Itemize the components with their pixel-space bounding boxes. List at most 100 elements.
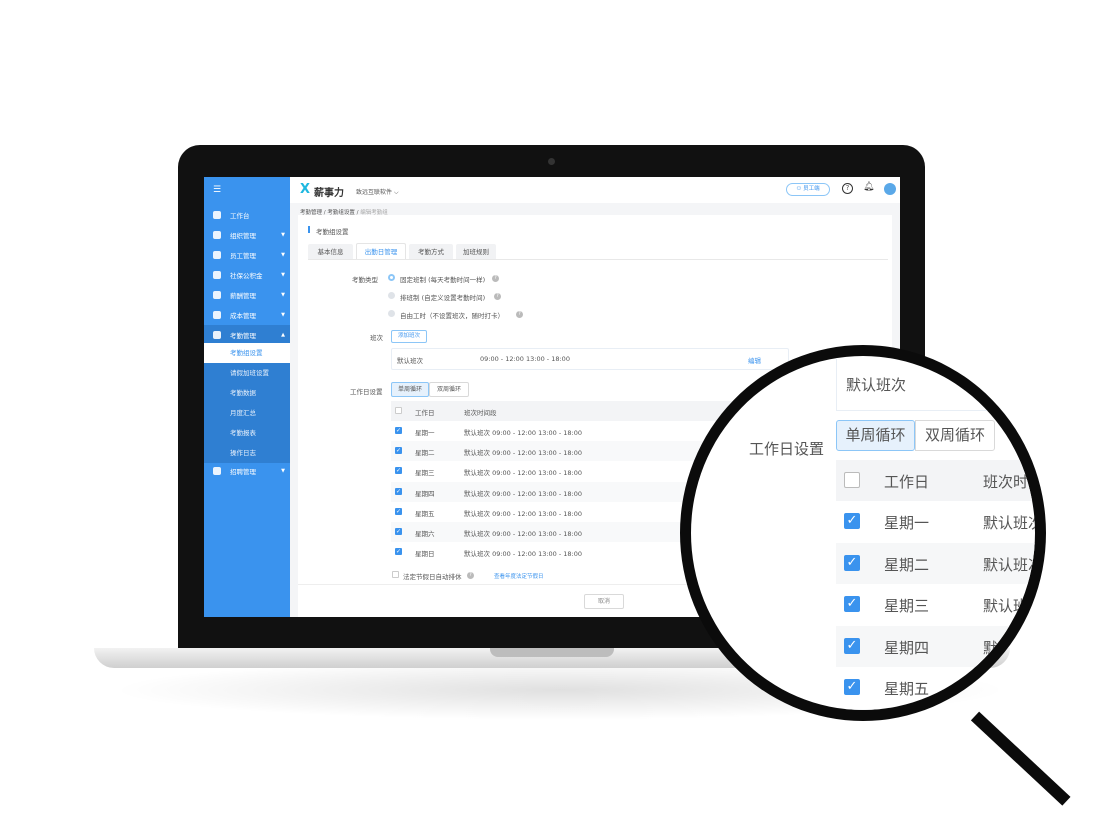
mag-row-checkbox[interactable]: ✓ bbox=[844, 721, 860, 722]
row-shift: 默认班次 09:00 - 12:00 13:00 - 18:00 bbox=[464, 469, 583, 478]
money-icon bbox=[213, 291, 221, 299]
row-checkbox[interactable]: ✓ bbox=[395, 467, 402, 475]
row-checkbox[interactable]: ✓ bbox=[395, 487, 402, 495]
row-day: 星期六 bbox=[415, 530, 435, 538]
row-day: 星期五 bbox=[415, 509, 435, 518]
type-flexible-label: 自由工时（不设置班次，随时打卡） bbox=[400, 312, 504, 320]
row-checkbox[interactable]: ✓ bbox=[395, 507, 402, 515]
mag-row-shift: 默认班次 09:00 - 12:00 13:00 - 18:00 bbox=[983, 597, 1044, 615]
tab-attendance-days[interactable]: 出勤日管理 bbox=[356, 243, 406, 259]
mag-row-checkbox[interactable]: ✓ bbox=[844, 513, 860, 529]
radio-fixed[interactable] bbox=[388, 274, 395, 281]
user-icon bbox=[213, 251, 221, 259]
logo-text: 薪事力 bbox=[314, 188, 344, 199]
shift-name: 默认班次 bbox=[397, 357, 423, 365]
select-all-checkbox[interactable] bbox=[395, 407, 402, 414]
bell-icon[interactable]: 🔔︎ bbox=[863, 182, 874, 192]
row-shift: 默认班次 09:00 - 12:00 13:00 - 18:00 bbox=[464, 489, 583, 498]
holiday-checkbox[interactable] bbox=[392, 571, 399, 578]
row-checkbox[interactable]: ✓ bbox=[395, 447, 402, 455]
sidebar-item[interactable]: 招聘管理 ▼ bbox=[204, 461, 290, 481]
org-icon bbox=[213, 231, 221, 239]
mag-row-shift: 默认班次 09:00 - 12:00 13:00 - 18:00 bbox=[983, 638, 1044, 657]
submenu-item[interactable]: 月度汇总 bbox=[204, 403, 290, 423]
holiday-link[interactable]: 查看年度法定节假日 bbox=[494, 572, 544, 580]
mag-table-row: ✓ 星期五 默认班次 09:00 - 12:00 13:00 - 18:00 bbox=[836, 667, 1035, 708]
mag-row-shift: 默认班次 09:00 - 12:00 13:00 - 18:00 bbox=[983, 720, 1046, 722]
holiday-label: 法定节假日自动排休 bbox=[403, 573, 462, 581]
mag-table-row: ✓ 星期六 默认班次 09:00 - 12:00 13:00 - 18:00 bbox=[836, 708, 1046, 722]
chevron-down-icon: ⌵ bbox=[393, 189, 399, 196]
mag-row-shift: 默认班次 09:00 - 12:00 13:00 - 18:00 bbox=[983, 514, 1044, 532]
submenu-item[interactable]: 考勤组设置 bbox=[204, 343, 290, 363]
radio-shift[interactable] bbox=[388, 292, 395, 299]
row-day: 星期一 bbox=[415, 429, 435, 437]
submenu-item[interactable]: 考勤数据 bbox=[204, 383, 290, 403]
mag-row-checkbox[interactable]: ✓ bbox=[844, 679, 860, 695]
submenu-item[interactable]: 请假加班设置 bbox=[204, 363, 290, 383]
employee-portal-button[interactable]: ⚇ 员工端 bbox=[786, 183, 830, 196]
header-day: 工作日 bbox=[415, 409, 435, 417]
help-icon[interactable]: ? bbox=[842, 183, 853, 194]
mag-select-all-checkbox[interactable] bbox=[844, 472, 860, 488]
menu-toggle-icon[interactable]: ☰ bbox=[213, 185, 221, 195]
type-label: 考勤类型 bbox=[352, 276, 378, 284]
sidebar-item-label: 工作台 bbox=[230, 212, 250, 220]
radio-flexible[interactable] bbox=[388, 310, 395, 317]
sidebar-item[interactable]: 员工管理 ▼ bbox=[204, 245, 290, 265]
sidebar-item[interactable]: 组织管理 ▼ bbox=[204, 225, 290, 245]
laptop-notch bbox=[490, 648, 614, 657]
row-shift: 默认班次 09:00 - 12:00 13:00 - 18:00 bbox=[464, 509, 583, 518]
submenu-item[interactable]: 操作日志 bbox=[204, 443, 290, 463]
magnifier-lens: 默认班次 工作日设置 单周循环 双周循环 工作日 班次时间 ✓星期一默认班次 0… bbox=[680, 345, 1046, 721]
mag-row-checkbox[interactable]: ✓ bbox=[844, 637, 860, 654]
avatar[interactable] bbox=[884, 183, 896, 195]
add-shift-button[interactable]: 添加班次 bbox=[391, 330, 427, 343]
users-icon: ⚇ bbox=[796, 186, 802, 192]
employee-portal-label: 员工端 bbox=[803, 186, 820, 192]
briefcase-icon bbox=[213, 467, 221, 475]
tab-overtime-rules[interactable]: 加班规则 bbox=[456, 244, 496, 260]
row-checkbox[interactable]: ✓ bbox=[395, 528, 402, 535]
help-icon[interactable]: ? bbox=[494, 293, 501, 300]
calculator-icon bbox=[213, 311, 221, 319]
tab-attendance-method[interactable]: 考勤方式 bbox=[409, 244, 453, 260]
row-shift: 默认班次 09:00 - 12:00 13:00 - 18:00 bbox=[464, 530, 583, 538]
mag-workday-label: 工作日设置 bbox=[749, 440, 825, 458]
sidebar-item[interactable]: 社保公积金 ▼ bbox=[204, 265, 290, 285]
help-icon[interactable]: ? bbox=[467, 572, 474, 579]
tab-basic-info[interactable]: 基本信息 bbox=[308, 244, 353, 260]
double-week-cycle-button[interactable]: 双周循环 bbox=[429, 382, 469, 397]
sidebar-item[interactable]: 薪酬管理 ▼ bbox=[204, 285, 290, 305]
submenu-item[interactable]: 考勤报表 bbox=[204, 423, 290, 443]
type-fixed-label: 固定班制 (每天考勤时间一样) bbox=[400, 276, 486, 284]
header-shift: 班次时间段 bbox=[464, 409, 497, 417]
mag-table-row: ✓ 星期一 默认班次 09:00 - 12:00 13:00 - 18:00 bbox=[836, 501, 1044, 542]
row-shift: 默认班次 09:00 - 12:00 13:00 - 18:00 bbox=[464, 550, 583, 559]
sidebar-item[interactable]: 工作台 bbox=[204, 205, 290, 225]
sidebar-item-label: 考勤管理 bbox=[230, 332, 256, 340]
sidebar-item[interactable]: 成本管理 ▼ bbox=[204, 305, 290, 325]
sidebar-item-label: 组织管理 bbox=[230, 232, 256, 240]
mag-double-week-button[interactable]: 双周循环 bbox=[915, 420, 995, 451]
caret-down-icon: ▼ bbox=[281, 252, 285, 258]
camera bbox=[548, 158, 555, 165]
caret-down-icon: ▼ bbox=[281, 468, 285, 474]
sidebar-item-label: 社保公积金 bbox=[230, 272, 263, 280]
top-bar: X 薪事力 致远互联软件 ⌵ ⚇ 员工端 ? 🔔︎ bbox=[290, 177, 900, 203]
mag-table-header: 工作日 班次时间 bbox=[836, 460, 1035, 501]
single-week-cycle-button[interactable]: 单周循环 bbox=[391, 382, 429, 397]
mag-single-week-button[interactable]: 单周循环 bbox=[836, 420, 915, 451]
row-checkbox[interactable]: ✓ bbox=[395, 548, 402, 556]
company-selector[interactable]: 致远互联软件 ⌵ bbox=[356, 187, 399, 197]
mag-row-checkbox[interactable]: ✓ bbox=[844, 554, 860, 571]
mag-row-checkbox[interactable]: ✓ bbox=[844, 596, 860, 612]
sidebar-item[interactable]: 考勤管理 ▲ bbox=[204, 325, 290, 345]
help-icon[interactable]: ? bbox=[492, 275, 499, 282]
row-checkbox[interactable]: ✓ bbox=[395, 427, 402, 434]
monitor-icon bbox=[213, 211, 221, 219]
row-day: 星期四 bbox=[415, 489, 435, 498]
help-icon[interactable]: ? bbox=[516, 311, 523, 318]
mag-row-day: 星期六 bbox=[884, 720, 929, 722]
cancel-button[interactable]: 取消 bbox=[584, 594, 624, 609]
